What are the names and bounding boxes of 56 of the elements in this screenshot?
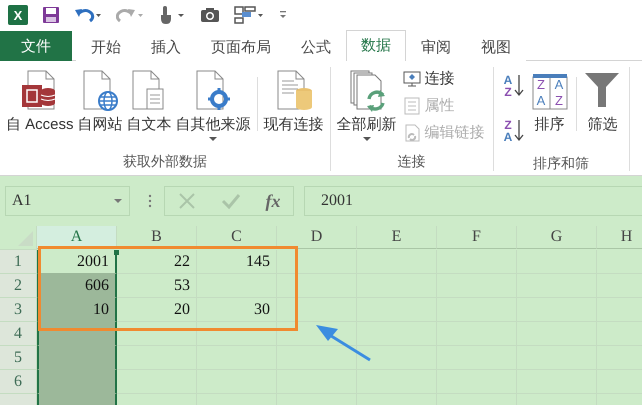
close-icon: [178, 192, 196, 210]
row-header[interactable]: 6: [0, 370, 37, 394]
ribbon-button[interactable]: 连接: [402, 67, 485, 90]
column-header[interactable]: G: [517, 226, 597, 249]
table-cell: 53: [117, 274, 197, 298]
row-header[interactable]: 2: [0, 274, 37, 298]
customize-icon: [278, 9, 288, 21]
column-header[interactable]: D: [277, 226, 357, 249]
save-icon: [42, 6, 60, 24]
redo-icon: [116, 6, 144, 24]
column-header[interactable]: H: [597, 226, 642, 249]
undo-icon: [74, 6, 102, 24]
formula-input[interactable]: 2001: [304, 186, 642, 216]
cancel-button[interactable]: [178, 192, 196, 210]
column-header[interactable]: E: [357, 226, 437, 249]
table-cell: 10: [37, 298, 117, 322]
group-label: 获取外部数据: [122, 152, 207, 171]
connection-icon: [402, 70, 421, 88]
insert-function-button[interactable]: fx: [266, 190, 280, 212]
table-cell: 20: [117, 298, 197, 322]
more-icon: [148, 194, 152, 208]
layout-icon: [234, 6, 264, 24]
ribbon-tab[interactable]: 数据: [346, 30, 406, 61]
table-cell: 2001: [37, 250, 117, 274]
ribbon-button[interactable]: 自 Access: [4, 67, 76, 134]
properties-icon: [402, 96, 421, 114]
row-header[interactable]: 1: [0, 250, 37, 274]
group-label: 排序和筛: [533, 154, 590, 173]
ribbon-button[interactable]: Z A A Z 排序: [528, 67, 572, 134]
camera-icon: [200, 7, 220, 23]
name-box[interactable]: A1: [5, 186, 130, 216]
table-cell: 606: [37, 274, 117, 298]
column-header[interactable]: B: [117, 226, 197, 249]
column-header[interactable]: F: [437, 226, 517, 249]
file-tab[interactable]: 文件: [0, 31, 72, 61]
row-header[interactable]: 5: [0, 346, 37, 370]
enter-button[interactable]: [220, 192, 240, 210]
column-header[interactable]: C: [197, 226, 277, 249]
ribbon-button[interactable]: 自文本: [124, 67, 174, 134]
group-label: 连接: [398, 152, 426, 171]
check-icon: [220, 192, 240, 210]
touch-icon: [158, 5, 186, 25]
ribbon-button[interactable]: 全部刷新: [334, 67, 399, 141]
row-header[interactable]: 4: [0, 322, 37, 346]
table-cell: 30: [197, 298, 277, 322]
ribbon-button[interactable]: 自网站: [76, 67, 125, 134]
fill-handle[interactable]: [114, 250, 119, 255]
pointer-arrow: [314, 322, 374, 364]
table-cell: 145: [197, 250, 277, 274]
ribbon-button[interactable]: 自其他来源: [174, 67, 253, 141]
link-icon: [402, 124, 421, 142]
row-header[interactable]: 3: [0, 298, 37, 322]
excel-logo[interactable]: X: [8, 5, 28, 25]
ribbon-button[interactable]: 现有连接: [262, 67, 326, 134]
dropdown-caret-icon: [113, 197, 123, 205]
ribbon-button[interactable]: 筛选: [580, 67, 625, 134]
